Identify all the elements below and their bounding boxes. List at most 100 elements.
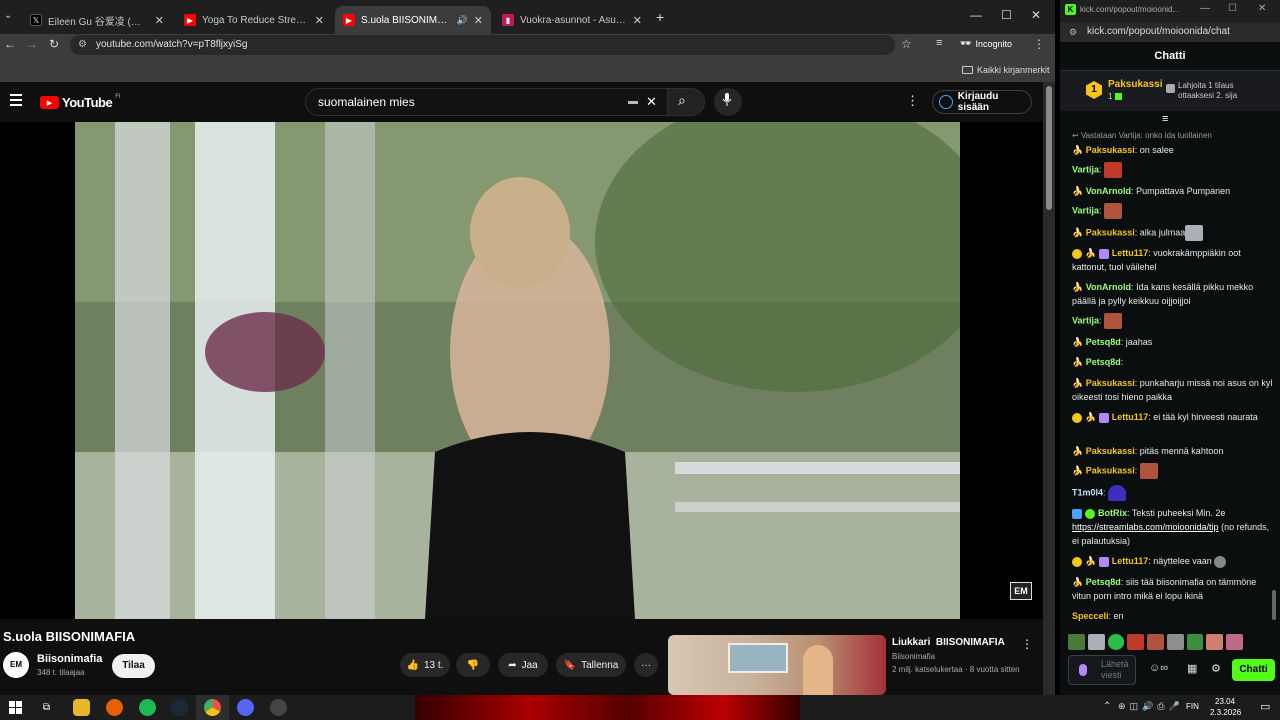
speaker-icon[interactable]: 🔊 (457, 15, 468, 26)
minimize-button[interactable]: — (970, 8, 982, 22)
search-input[interactable]: suomalainen mies ▬ ✕ (305, 88, 668, 116)
voice-search-button[interactable] (714, 88, 742, 116)
scrollbar-thumb[interactable] (1046, 86, 1052, 210)
chat-username[interactable]: BotRix (1098, 508, 1127, 518)
close-icon[interactable]: ✕ (315, 14, 324, 27)
steam-icon[interactable] (171, 699, 188, 716)
site-info-icon[interactable]: ⚙ (78, 35, 87, 55)
recommended-title[interactable]: Liukkari BIISONIMAFIA (892, 637, 1005, 648)
reload-icon[interactable]: ↻ (49, 37, 59, 51)
subscribe-button[interactable]: Tilaa (112, 654, 155, 678)
like-button[interactable]: 👍 13 t. (400, 653, 450, 677)
signin-button[interactable]: Kirjaudu sisään (932, 90, 1032, 114)
chat-username[interactable]: Lettu117 (1112, 248, 1149, 258)
recommended-more-icon[interactable]: ⋮ (1021, 637, 1033, 651)
language-indicator[interactable]: FIN (1186, 702, 1199, 711)
emote-icon[interactable] (1087, 634, 1105, 650)
tab-suola[interactable]: ▶ S.uola BIISONIMAFIA - YouTube 🔊 ✕ (335, 6, 491, 34)
chat-username[interactable]: Specceli (1072, 611, 1109, 621)
close-window-button[interactable]: ✕ (1031, 8, 1041, 22)
chat-username[interactable]: Vartija (1072, 164, 1099, 174)
more-actions-button[interactable]: ··· (634, 653, 658, 677)
bookmark-star-icon[interactable]: ☆ (901, 37, 912, 51)
menu-icon[interactable]: ⋮ (1033, 37, 1045, 51)
chat-username[interactable]: Paksukassi (1086, 378, 1135, 388)
kick-address-bar[interactable]: ⚙ kick.com/popout/moioonida/chat (1060, 22, 1280, 42)
emote-icon[interactable] (1107, 634, 1125, 650)
discord-icon[interactable] (237, 699, 254, 716)
more-icon[interactable]: ⋮ (906, 93, 919, 109)
tray-chevron-icon[interactable]: ⌃ (1103, 701, 1111, 712)
emote-icon[interactable] (1186, 634, 1204, 650)
new-tab-button[interactable]: + (656, 9, 664, 25)
channel-avatar[interactable]: EM (3, 652, 29, 678)
chat-username[interactable]: Lettu117 (1112, 556, 1149, 566)
chat-username[interactable]: Petsq8d (1086, 577, 1121, 587)
firefox-icon[interactable] (106, 699, 123, 716)
gift-cta-text[interactable]: Lahjoita 1 tilaus ottaaksesi 2. sija (1178, 81, 1270, 101)
youtube-logo[interactable]: ▶ YouTube FI (40, 94, 121, 110)
chat-username[interactable]: Vartija (1072, 315, 1099, 325)
chat-scrollbar[interactable] (1272, 590, 1276, 620)
close-icon[interactable]: ✕ (155, 14, 164, 27)
send-chat-button[interactable]: Chatti (1232, 659, 1275, 681)
tab-yoga[interactable]: ▶ Yoga To Reduce Stress | 30 Min ✕ (176, 6, 332, 34)
close-icon[interactable]: ✕ (474, 14, 483, 27)
kick-minimize-button[interactable]: — (1200, 3, 1210, 14)
close-icon[interactable]: ✕ (633, 14, 642, 27)
recommended-thumbnail[interactable] (668, 635, 886, 695)
save-button[interactable]: 🔖 Tallenna (556, 653, 626, 677)
media-icon[interactable]: ≡ (936, 37, 942, 49)
chat-username[interactable]: VonArnold (1086, 282, 1131, 292)
hamburger-menu-icon[interactable] (10, 94, 22, 106)
channel-name[interactable]: Biisonimafia (37, 653, 102, 665)
tab-vuokra[interactable]: ▮ Vuokra-asunnot - Asuntohaku ✕ (494, 6, 650, 34)
microphone-icon[interactable] (1079, 664, 1087, 676)
clock-time[interactable]: 23.04 (1215, 697, 1235, 706)
chat-username[interactable]: Vartija (1072, 205, 1099, 215)
chrome-incognito-icon[interactable] (270, 699, 287, 716)
kick-close-button[interactable]: ✕ (1258, 3, 1266, 14)
chat-username[interactable]: Paksukassi (1086, 446, 1135, 456)
emoji-picker-icon[interactable]: ☺∞ (1149, 662, 1168, 674)
pinned-toggle-icon[interactable]: ≡ (1162, 113, 1168, 125)
clear-search-icon[interactable]: ✕ (646, 89, 657, 115)
store-icon[interactable]: ▦ (1187, 662, 1197, 675)
recommended-video[interactable]: Liukkari BIISONIMAFIA Biisonimafia 2 mil… (668, 635, 1043, 695)
top-gifter-name[interactable]: Paksukassi (1108, 79, 1163, 90)
botrix-link[interactable]: https://streamlabs.com/moioonida/tip (1072, 522, 1219, 532)
incognito-badge[interactable]: 🕶 Incognito (960, 38, 1012, 49)
recommended-channel[interactable]: Biisonimafia (892, 652, 935, 661)
address-bar[interactable]: ⚙ youtube.com/watch?v=pT8fljxyiSg (70, 35, 895, 55)
tab-search-icon[interactable]: ⌄ (4, 10, 18, 24)
chat-username[interactable]: Paksukassi (1086, 227, 1135, 237)
notification-icon[interactable]: ▭ (1260, 700, 1270, 713)
emote-icon[interactable] (1206, 634, 1224, 650)
search-button[interactable]: ⌕ (667, 88, 705, 116)
file-explorer-icon[interactable] (73, 699, 90, 716)
all-bookmarks[interactable]: Kaikki kirjanmerkit (962, 65, 1050, 75)
chat-input[interactable]: Lähetä viesti (1068, 655, 1136, 685)
emote-icon[interactable] (1226, 634, 1244, 650)
keyboard-icon[interactable]: ▬ (628, 89, 638, 115)
emote-icon[interactable] (1127, 634, 1145, 650)
chat-username[interactable]: Petsq8d (1086, 337, 1121, 347)
video-player[interactable]: EM (0, 122, 1043, 619)
tray-icons[interactable]: ⊕◫🔊⎙🎤 (1118, 701, 1184, 712)
forward-icon[interactable]: → (26, 37, 38, 51)
settings-gear-icon[interactable]: ⚙ (1211, 662, 1221, 675)
kick-maximize-button[interactable]: ☐ (1228, 3, 1237, 14)
tab-eileen-gu[interactable]: 𝕏 Eileen Gu 谷爱凌 (@GoEileenGu ✕ (22, 6, 172, 34)
channel-watermark[interactable]: EM (1010, 582, 1032, 600)
chat-username[interactable]: Paksukassi (1086, 145, 1135, 155)
task-view-icon[interactable]: ⧉ (38, 699, 55, 716)
back-icon[interactable]: ← (4, 37, 16, 51)
page-scrollbar[interactable] (1043, 82, 1055, 695)
chat-username[interactable]: T1m0l4 (1072, 487, 1103, 497)
chat-username[interactable]: Paksukassi (1086, 465, 1135, 475)
dislike-button[interactable]: 👎 (456, 653, 490, 677)
clock-date[interactable]: 2.3.2026 (1210, 708, 1241, 717)
spotify-icon[interactable] (139, 699, 156, 716)
share-button[interactable]: ➦ Jaa (498, 653, 548, 677)
emote-icon[interactable] (1068, 634, 1085, 650)
